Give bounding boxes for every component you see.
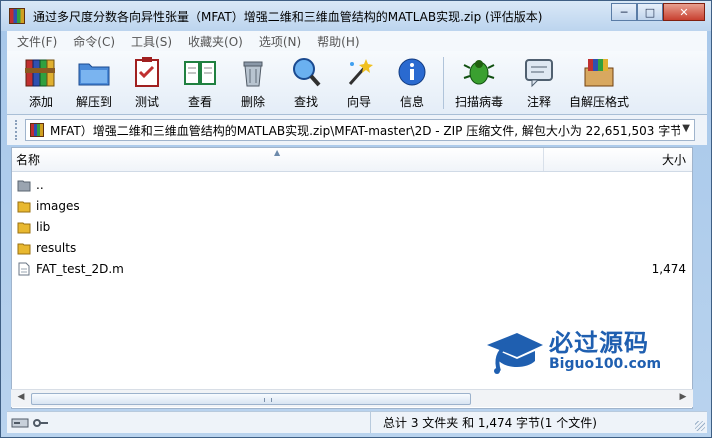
status-icons xyxy=(7,412,371,433)
info-button[interactable]: 信息 xyxy=(388,51,436,114)
archive-icon xyxy=(30,123,44,137)
folder-icon xyxy=(16,240,32,256)
watermark-en: Biguo100.com xyxy=(549,356,662,372)
graduation-cap-icon xyxy=(487,333,543,374)
extract-to-button[interactable]: 解压到 xyxy=(70,51,118,114)
close-button[interactable]: ✕ xyxy=(663,3,705,21)
window-controls: ─ □ ✕ xyxy=(611,3,705,21)
file-rows: .. images lib results FAT_test_2D.m 1,47… xyxy=(12,174,692,279)
column-headers: 名称 大小 ▲ xyxy=(12,148,692,172)
horizontal-scrollbar[interactable]: ◀ ▶ xyxy=(11,389,693,407)
file-name: lib xyxy=(36,219,51,234)
window-title: 通过多尺度分数各向异性张量（MFAT）增强二维和三维血管结构的MATLAB实现.… xyxy=(33,9,543,24)
archive-books-icon xyxy=(23,55,59,89)
status-bar: 总计 3 文件夹 和 1,474 字节(1 个文件) xyxy=(7,411,707,433)
scan-virus-label: 扫描病毒 xyxy=(454,95,503,109)
find-label: 查找 xyxy=(293,95,318,109)
extract-to-label: 解压到 xyxy=(75,95,112,109)
column-size-header[interactable]: 大小 xyxy=(544,148,692,171)
folder-icon xyxy=(16,219,32,235)
address-bar: MFAT）增强二维和三维血管结构的MATLAB实现.zip\MFAT-maste… xyxy=(7,115,707,145)
table-row[interactable]: FAT_test_2D.m 1,474 xyxy=(12,258,692,279)
scroll-right-button[interactable]: ▶ xyxy=(675,392,691,406)
scroll-left-button[interactable]: ◀ xyxy=(13,392,29,406)
toolbar: 添加 解压到 测试 查看 删除 查找 向导 信息 扫描病毒 注释 自解压格式 xyxy=(7,51,707,115)
drive-icon[interactable] xyxy=(11,417,29,429)
delete-button[interactable]: 删除 xyxy=(229,51,277,114)
info-icon xyxy=(394,55,430,89)
file-name: results xyxy=(36,240,77,255)
file-name: images xyxy=(36,198,80,213)
minimize-button[interactable]: ─ xyxy=(611,3,637,21)
scan-virus-button[interactable]: 扫描病毒 xyxy=(448,51,510,114)
parent-folder-icon xyxy=(16,177,32,193)
document-icon xyxy=(16,261,32,277)
file-name: FAT_test_2D.m xyxy=(36,261,124,276)
comment-label: 注释 xyxy=(526,95,551,109)
app-window: 通过多尺度分数各向异性张量（MFAT）增强二维和三维血管结构的MATLAB实现.… xyxy=(0,0,712,438)
bug-icon xyxy=(461,55,497,89)
watermark-cn: 必过源码 xyxy=(549,329,649,357)
resize-grip[interactable] xyxy=(695,421,705,431)
status-text: 总计 3 文件夹 和 1,474 字节(1 个文件) xyxy=(383,416,597,430)
watermark-text: 必过源码 Biguo100.com xyxy=(549,330,661,372)
add-label: 添加 xyxy=(28,95,53,109)
sort-up-icon: ▲ xyxy=(274,148,281,157)
address-path: MFAT）增强二维和三维血管结构的MATLAB实现.zip\MFAT-maste… xyxy=(50,123,680,138)
title-bar[interactable]: 通过多尺度分数各向异性张量（MFAT）增强二维和三维血管结构的MATLAB实现.… xyxy=(1,1,711,31)
address-field[interactable]: MFAT）增强二维和三维血管结构的MATLAB实现.zip\MFAT-maste… xyxy=(25,119,695,141)
magic-wand-icon xyxy=(341,55,377,89)
trash-can-icon xyxy=(235,55,271,89)
key-icon[interactable] xyxy=(33,417,49,429)
file-name: .. xyxy=(36,177,44,192)
add-button[interactable]: 添加 xyxy=(17,51,65,114)
view-label: 查看 xyxy=(187,95,212,109)
menu-tools[interactable]: 工具(S) xyxy=(125,33,178,50)
magnifier-icon xyxy=(288,55,324,89)
winrar-app-icon[interactable] xyxy=(9,8,25,24)
test-label: 测试 xyxy=(134,95,159,109)
scroll-grip xyxy=(264,398,272,402)
folder-icon xyxy=(16,198,32,214)
toolbar-separator xyxy=(443,57,444,109)
file-size: 1,474 xyxy=(651,261,686,276)
menu-commands[interactable]: 命令(C) xyxy=(67,33,121,50)
table-row[interactable]: images xyxy=(12,195,692,216)
folder-extract-icon xyxy=(76,55,112,89)
open-book-icon xyxy=(182,55,218,89)
comment-button[interactable]: 注释 xyxy=(515,51,563,114)
menu-help[interactable]: 帮助(H) xyxy=(311,33,365,50)
table-row[interactable]: results xyxy=(12,237,692,258)
table-row[interactable]: lib xyxy=(12,216,692,237)
address-grip[interactable] xyxy=(15,120,19,140)
clipboard-check-icon xyxy=(129,55,165,89)
find-button[interactable]: 查找 xyxy=(282,51,330,114)
menu-bar: 文件(F) 命令(C) 工具(S) 收藏夹(O) 选项(N) 帮助(H) xyxy=(7,31,707,51)
sfx-box-icon xyxy=(581,55,617,89)
menu-file[interactable]: 文件(F) xyxy=(11,33,63,50)
comment-icon xyxy=(521,55,557,89)
chevron-down-icon[interactable]: ▼ xyxy=(682,123,690,134)
test-button[interactable]: 测试 xyxy=(123,51,171,114)
view-button[interactable]: 查看 xyxy=(176,51,224,114)
sfx-button[interactable]: 自解压格式 xyxy=(568,51,630,114)
maximize-button[interactable]: □ xyxy=(637,3,663,21)
menu-favorites[interactable]: 收藏夹(O) xyxy=(182,33,249,50)
wizard-label: 向导 xyxy=(346,95,371,109)
scroll-thumb[interactable] xyxy=(31,393,471,405)
sfx-label: 自解压格式 xyxy=(568,95,629,109)
wizard-button[interactable]: 向导 xyxy=(335,51,383,114)
watermark-logo: 必过源码 Biguo100.com xyxy=(485,327,661,375)
table-row[interactable]: .. xyxy=(12,174,692,195)
info-label: 信息 xyxy=(399,95,424,109)
delete-label: 删除 xyxy=(240,95,265,109)
menu-options[interactable]: 选项(N) xyxy=(253,33,307,50)
